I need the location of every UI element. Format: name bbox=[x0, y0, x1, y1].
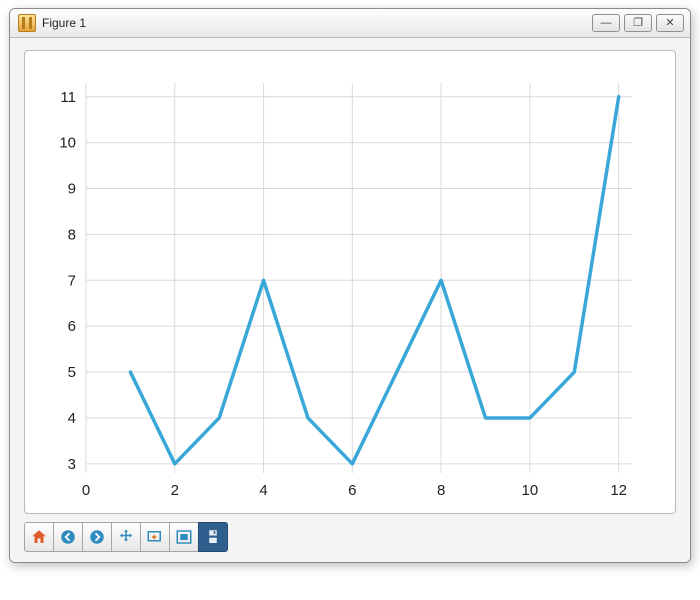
forward-button[interactable] bbox=[82, 522, 112, 552]
x-tick-label: 12 bbox=[610, 482, 627, 499]
x-tick-label: 8 bbox=[437, 482, 445, 499]
zoom-rect-icon bbox=[146, 528, 164, 546]
x-tick-label: 2 bbox=[171, 482, 179, 499]
zoom-button[interactable] bbox=[140, 522, 170, 552]
y-tick-label: 4 bbox=[68, 410, 76, 427]
pan-button[interactable] bbox=[111, 522, 141, 552]
y-tick-label: 10 bbox=[59, 135, 76, 152]
navigation-toolbar bbox=[24, 522, 676, 552]
minimize-button[interactable]: — bbox=[592, 14, 620, 32]
y-tick-label: 5 bbox=[68, 364, 76, 381]
window-controls: — ❐ ✕ bbox=[592, 14, 684, 32]
subplots-config-button[interactable] bbox=[169, 522, 199, 552]
move-icon bbox=[117, 528, 135, 546]
y-tick-label: 9 bbox=[68, 181, 76, 198]
minimize-icon: — bbox=[601, 18, 612, 29]
line-chart: 0 2 4 6 8 10 12 3 4 5 6 7 8 9 10 11 bbox=[35, 71, 651, 501]
y-tick-label: 6 bbox=[68, 318, 76, 335]
client-area: 0 2 4 6 8 10 12 3 4 5 6 7 8 9 10 11 bbox=[10, 38, 690, 562]
save-button[interactable] bbox=[198, 522, 228, 552]
arrow-right-icon bbox=[88, 528, 106, 546]
x-tick-label: 6 bbox=[348, 482, 356, 499]
y-tick-label: 11 bbox=[60, 89, 76, 106]
home-button[interactable] bbox=[24, 522, 54, 552]
figure-window: Figure 1 — ❐ ✕ 0 2 4 6 8 10 12 3 4 5 6 7 8 9 10 11 bbox=[9, 8, 691, 563]
home-icon bbox=[30, 528, 48, 546]
x-tick-label: 0 bbox=[82, 482, 90, 499]
y-tick-label: 3 bbox=[68, 456, 76, 473]
y-tick-label: 7 bbox=[68, 272, 76, 289]
save-icon bbox=[204, 528, 222, 546]
chart-frame: 0 2 4 6 8 10 12 3 4 5 6 7 8 9 10 11 bbox=[24, 50, 676, 514]
arrow-left-icon bbox=[59, 528, 77, 546]
chart-area: 0 2 4 6 8 10 12 3 4 5 6 7 8 9 10 11 bbox=[35, 71, 651, 501]
x-tick-label: 10 bbox=[522, 482, 539, 499]
close-button[interactable]: ✕ bbox=[656, 14, 684, 32]
subplots-icon bbox=[175, 528, 193, 546]
y-tick-label: 8 bbox=[68, 226, 76, 243]
app-icon bbox=[18, 14, 36, 32]
close-icon: ✕ bbox=[665, 18, 674, 29]
maximize-icon: ❐ bbox=[633, 18, 643, 29]
back-button[interactable] bbox=[53, 522, 83, 552]
window-title: Figure 1 bbox=[42, 16, 86, 30]
title-bar: Figure 1 — ❐ ✕ bbox=[10, 9, 690, 38]
maximize-button[interactable]: ❐ bbox=[624, 14, 652, 32]
x-tick-label: 4 bbox=[259, 482, 267, 499]
